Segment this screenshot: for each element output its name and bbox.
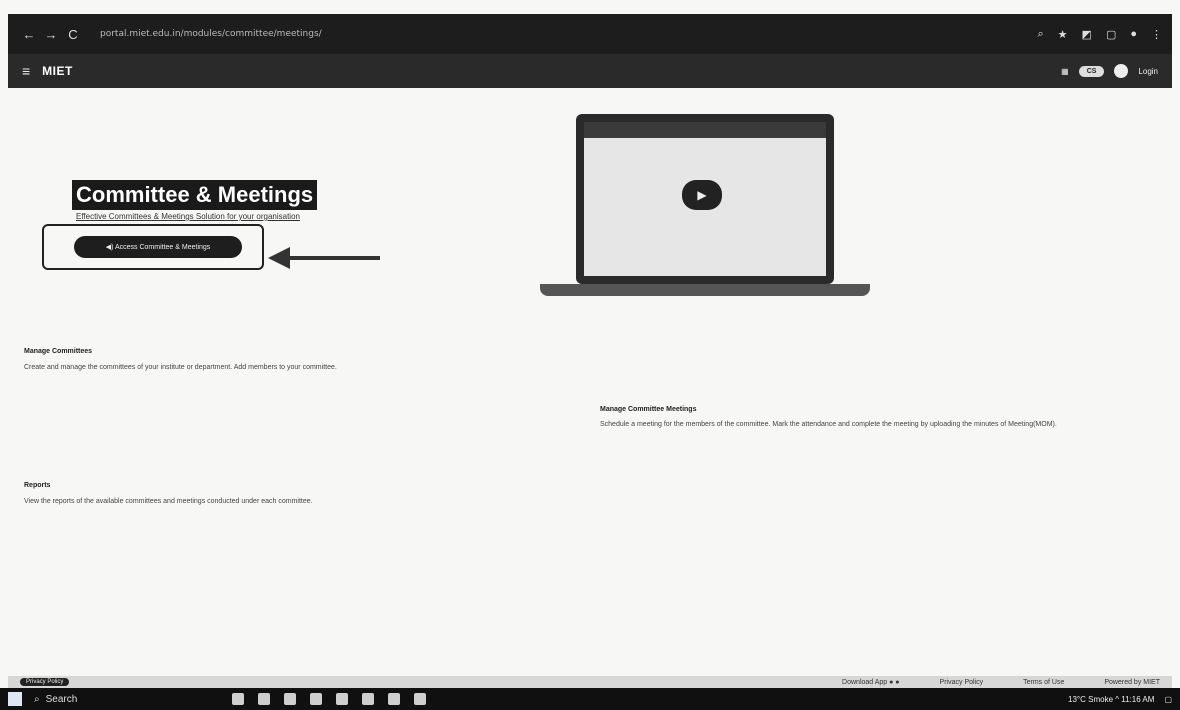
feature-desc-committees: Create and manage the committees of your… (24, 364, 337, 371)
status-badge[interactable]: CS (1078, 65, 1105, 77)
page-subtitle: Effective Committees & Meetings Solution… (76, 212, 300, 221)
store-icon[interactable] (310, 693, 322, 705)
app-header: ≡ MIET ▦ CS Login (8, 54, 1172, 88)
footer-links: Download App ● ● Privacy Policy Terms of… (842, 679, 1160, 686)
notification-icon[interactable]: ▢ (1164, 695, 1172, 704)
system-tray: 13°C Smoke ^ 11:16 AM ▢ (1068, 695, 1172, 704)
play-icon[interactable]: ▶ (682, 180, 722, 210)
footer-link-powered[interactable]: Powered by MIET (1104, 679, 1160, 686)
footer-link-privacy[interactable]: Privacy Policy (940, 679, 984, 686)
access-committee-button[interactable]: ◀) Access Committee & Meetings (74, 236, 242, 258)
feature-title-meetings: Manage Committee Meetings (600, 406, 697, 413)
footer-link-download[interactable]: Download App ● ● (842, 679, 900, 686)
os-taskbar: ⌕ Search 13°C Smoke ^ 11:16 AM ▢ (0, 688, 1180, 710)
mail-icon[interactable] (336, 693, 348, 705)
pointer-arrow-icon (268, 247, 380, 269)
grid-icon[interactable]: ▦ (1061, 67, 1069, 76)
login-button[interactable]: Login (1138, 67, 1158, 76)
chrome-icon[interactable] (388, 693, 400, 705)
address-bar[interactable]: portal.miet.edu.in/modules/committee/mee… (100, 29, 1037, 39)
more-icon[interactable]: ⋮ (1151, 28, 1162, 41)
app-icon[interactable] (414, 693, 426, 705)
taskbar-search-label: Search (45, 693, 78, 705)
laptop-illustration: ▶ (540, 114, 870, 302)
taskbar-apps (232, 693, 426, 705)
feature-desc-meetings: Schedule a meeting for the members of th… (600, 421, 1057, 428)
profile-icon[interactable]: ● (1130, 28, 1137, 41)
laptop-base (540, 284, 870, 296)
windows-start-icon[interactable] (8, 692, 22, 706)
footer-chip[interactable]: Privacy Policy (20, 678, 70, 686)
edge-icon[interactable] (362, 693, 374, 705)
footer-link-terms[interactable]: Terms of Use (1023, 679, 1064, 686)
laptop-screen: ▶ (576, 114, 834, 284)
task-view-icon[interactable] (232, 693, 244, 705)
folder-icon[interactable] (284, 693, 296, 705)
extensions-icon[interactable]: ◩ (1082, 28, 1092, 41)
star-icon[interactable]: ★ (1058, 28, 1068, 41)
header-actions: ▦ CS Login (1061, 64, 1158, 78)
page-title: Committee & Meetings (72, 180, 318, 210)
feature-title-committees: Manage Committees (24, 348, 93, 355)
sidebar-icon[interactable]: ▢ (1106, 28, 1116, 41)
video-preview: ▶ (584, 122, 826, 276)
widgets-icon[interactable] (258, 693, 270, 705)
reload-button[interactable]: C (62, 27, 84, 42)
taskbar-search[interactable]: ⌕ Search (34, 694, 214, 705)
search-icon[interactable]: ⌕ (1037, 28, 1043, 41)
avatar[interactable] (1114, 64, 1129, 78)
search-icon: ⌕ (34, 693, 40, 705)
browser-actions: ⌕ ★ ◩ ▢ ● ⋮ (1037, 28, 1162, 41)
back-button[interactable]: ← (18, 27, 40, 42)
menu-icon[interactable]: ≡ (22, 63, 30, 79)
preview-topbar (584, 122, 826, 138)
app-title: MIET (42, 64, 73, 78)
feature-title-reports: Reports (24, 482, 51, 489)
feature-desc-reports: View the reports of the available commit… (24, 498, 313, 505)
tray-status[interactable]: 13°C Smoke ^ 11:16 AM (1068, 695, 1154, 704)
page-footer: Privacy Policy Download App ● ● Privacy … (8, 676, 1172, 688)
forward-button[interactable]: → (40, 27, 62, 42)
browser-toolbar: ← → C portal.miet.edu.in/modules/committ… (8, 14, 1172, 54)
